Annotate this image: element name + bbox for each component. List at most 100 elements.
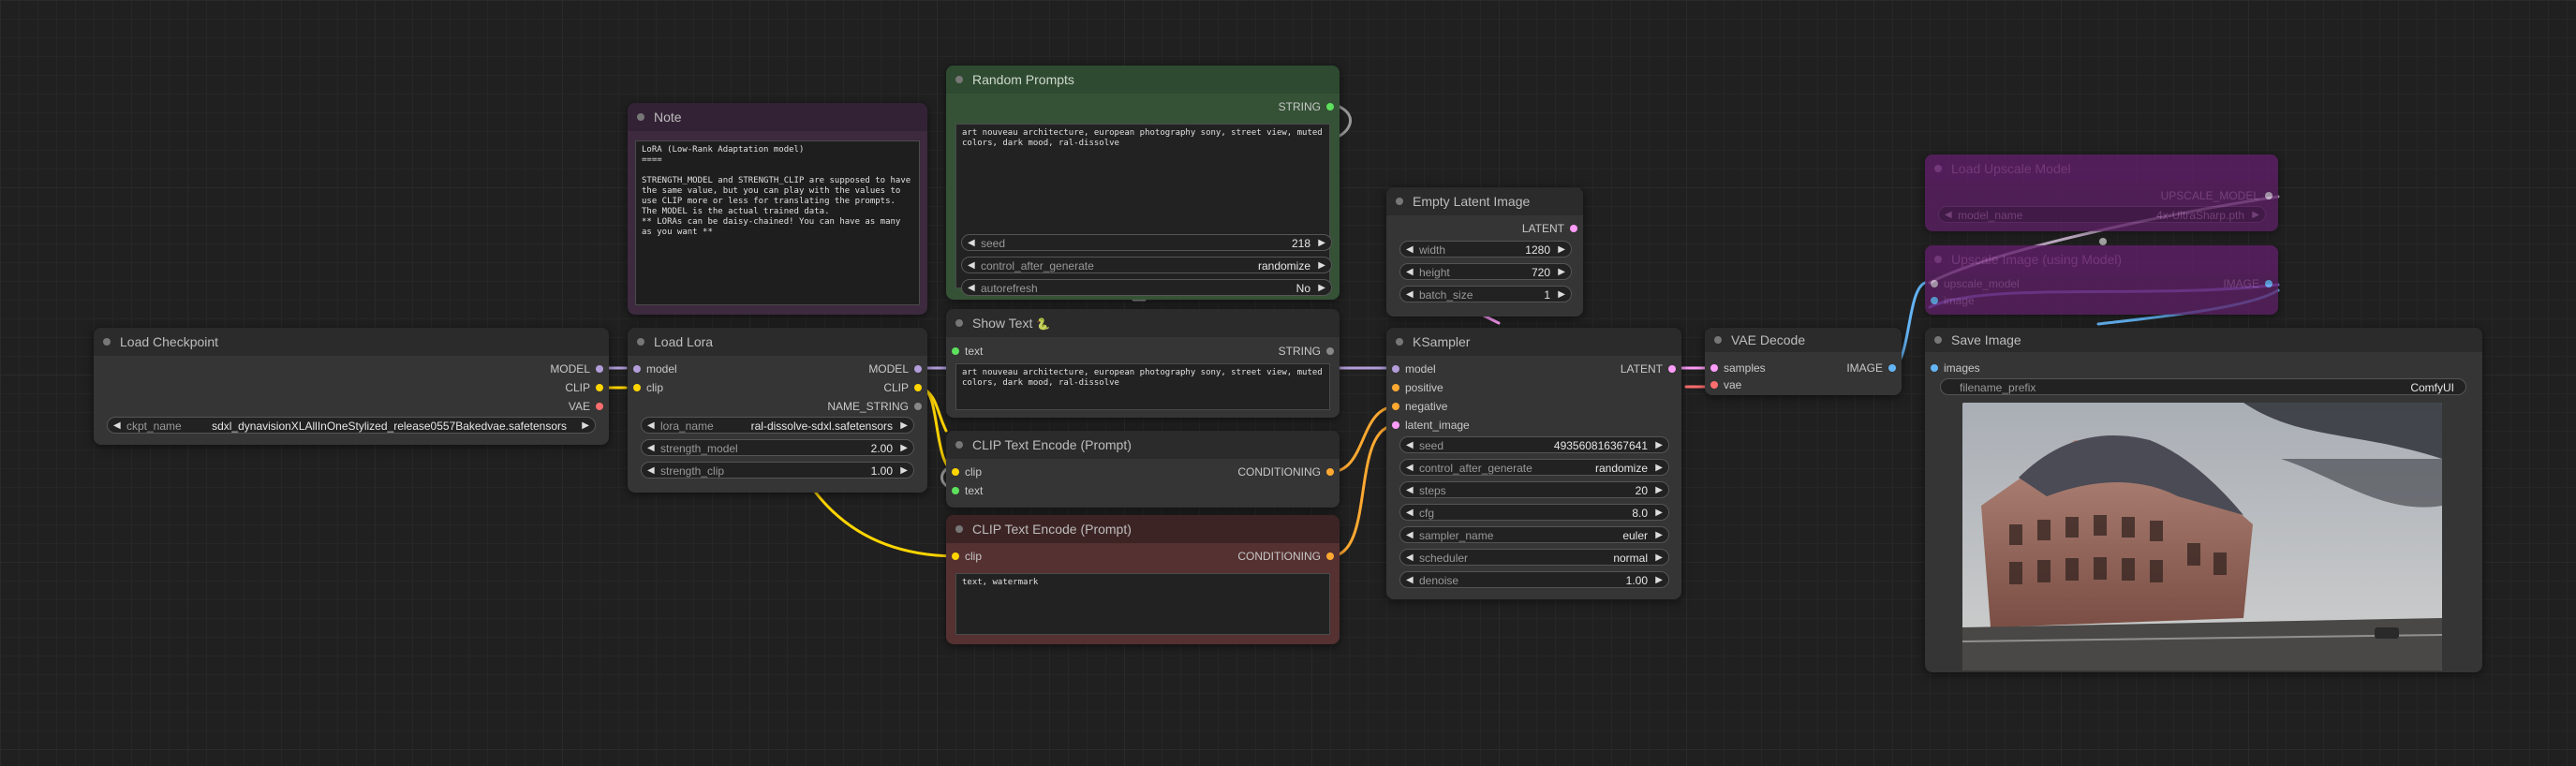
- cfg-number[interactable]: ◀ cfg 8.0 ▶: [1399, 504, 1669, 521]
- arrow-left-icon[interactable]: ◀: [1406, 287, 1414, 302]
- width-number[interactable]: ◀ width 1280 ▶: [1399, 241, 1572, 258]
- output-string[interactable]: STRING: [1279, 98, 1340, 115]
- node-clip-encode-negative[interactable]: CLIP Text Encode (Prompt) clip CONDITION…: [946, 515, 1340, 644]
- arrow-left-icon[interactable]: ◀: [1406, 482, 1414, 497]
- collapse-dot[interactable]: [1934, 256, 1942, 263]
- pin[interactable]: [1668, 365, 1676, 373]
- node-title[interactable]: KSampler: [1386, 328, 1681, 356]
- pin[interactable]: [633, 365, 641, 373]
- input-clip[interactable]: clip: [946, 548, 982, 565]
- collapse-dot[interactable]: [103, 338, 111, 346]
- node-title[interactable]: Load Upscale Model: [1925, 155, 2278, 183]
- autorefresh-combo[interactable]: ◀ autorefresh No ▶: [961, 279, 1332, 296]
- input-negative[interactable]: negative: [1386, 398, 1447, 415]
- node-vae-decode[interactable]: VAE Decode samples vae IMAGE: [1705, 328, 1902, 395]
- node-title[interactable]: CLIP Text Encode (Prompt): [946, 515, 1340, 543]
- arrow-left-icon[interactable]: ◀: [113, 418, 121, 433]
- output-name-string[interactable]: NAME_STRING: [827, 398, 927, 415]
- arrow-left-icon[interactable]: ◀: [1406, 437, 1414, 452]
- input-vae[interactable]: vae: [1705, 376, 1741, 393]
- arrow-right-icon[interactable]: ▶: [1655, 482, 1663, 497]
- arrow-right-icon[interactable]: ▶: [1558, 287, 1565, 302]
- pin[interactable]: [1931, 280, 1938, 287]
- collapse-dot[interactable]: [955, 525, 963, 533]
- arrow-left-icon[interactable]: ◀: [647, 418, 655, 433]
- input-model[interactable]: model: [628, 361, 677, 377]
- arrow-right-icon[interactable]: ▶: [582, 418, 589, 433]
- input-samples[interactable]: samples: [1705, 360, 1766, 376]
- pin[interactable]: [1392, 384, 1399, 391]
- pin[interactable]: [1326, 468, 1334, 476]
- input-positive[interactable]: positive: [1386, 379, 1443, 396]
- node-title[interactable]: Load Lora: [628, 328, 927, 356]
- node-title[interactable]: Upscale Image (using Model): [1925, 245, 2278, 273]
- seed-number[interactable]: ◀ seed 218 ▶: [961, 234, 1332, 251]
- collapse-dot[interactable]: [1934, 336, 1942, 344]
- node-title[interactable]: Show Text 🐍: [946, 309, 1340, 337]
- node-load-lora[interactable]: Load Lora model clip MODEL CLIP NAME_STR…: [628, 328, 927, 493]
- output-conditioning[interactable]: CONDITIONING: [1237, 464, 1340, 480]
- arrow-left-icon[interactable]: ◀: [1406, 572, 1414, 587]
- output-model[interactable]: MODEL: [550, 361, 609, 377]
- input-upscale-model[interactable]: upscale_model: [1925, 275, 2020, 292]
- input-clip[interactable]: clip: [628, 379, 663, 396]
- input-latent-image[interactable]: latent_image: [1386, 417, 1470, 434]
- input-model[interactable]: model: [1386, 361, 1436, 377]
- output-model[interactable]: MODEL: [868, 361, 927, 377]
- negative-textarea[interactable]: text, watermark: [955, 573, 1330, 635]
- node-note[interactable]: Note LoRA (Low-Rank Adaptation model) ==…: [628, 103, 927, 315]
- arrow-left-icon[interactable]: ◀: [968, 235, 975, 250]
- node-title[interactable]: Load Checkpoint: [94, 328, 609, 356]
- arrow-left-icon[interactable]: ◀: [647, 440, 655, 455]
- node-title[interactable]: Note: [628, 103, 927, 131]
- collapse-dot[interactable]: [955, 319, 963, 327]
- arrow-right-icon[interactable]: ▶: [1655, 572, 1663, 587]
- pin[interactable]: [1392, 365, 1399, 373]
- batch-size-number[interactable]: ◀ batch_size 1 ▶: [1399, 286, 1572, 302]
- arrow-right-icon[interactable]: ▶: [1318, 280, 1325, 295]
- pin[interactable]: [952, 552, 959, 560]
- arrow-right-icon[interactable]: ▶: [900, 440, 908, 455]
- output-upscale-model[interactable]: UPSCALE_MODEL: [2161, 187, 2278, 204]
- pin[interactable]: [1392, 403, 1399, 410]
- arrow-right-icon[interactable]: ▶: [900, 463, 908, 478]
- arrow-left-icon[interactable]: ◀: [1406, 242, 1414, 257]
- pin[interactable]: [2265, 280, 2273, 287]
- scheduler-combo[interactable]: ◀ scheduler normal ▶: [1399, 549, 1669, 566]
- output-clip[interactable]: CLIP: [565, 379, 609, 396]
- node-show-text[interactable]: Show Text 🐍 text STRING art nouveau arch…: [946, 309, 1340, 418]
- pin[interactable]: [1326, 552, 1334, 560]
- pin[interactable]: [952, 468, 959, 476]
- output-latent[interactable]: LATENT: [1522, 220, 1583, 237]
- pin[interactable]: [914, 403, 922, 410]
- pin[interactable]: [633, 384, 641, 391]
- pin[interactable]: [1326, 347, 1334, 355]
- collapse-dot[interactable]: [637, 338, 644, 346]
- node-save-image[interactable]: Save Image images filename_prefix ComfyUI: [1925, 328, 2482, 672]
- arrow-right-icon[interactable]: ▶: [1558, 264, 1565, 279]
- arrow-left-icon[interactable]: ◀: [1945, 207, 1952, 222]
- input-text[interactable]: text: [946, 482, 983, 499]
- arrow-right-icon[interactable]: ▶: [1655, 505, 1663, 520]
- pin[interactable]: [1392, 421, 1399, 429]
- arrow-left-icon[interactable]: ◀: [1406, 505, 1414, 520]
- arrow-right-icon[interactable]: ▶: [1318, 235, 1325, 250]
- pin[interactable]: [1710, 381, 1718, 389]
- control-after-generate-combo[interactable]: ◀ control_after_generate randomize ▶: [961, 257, 1332, 273]
- pin[interactable]: [914, 365, 922, 373]
- pin[interactable]: [1888, 364, 1896, 372]
- pin[interactable]: [1931, 297, 1938, 304]
- arrow-left-icon[interactable]: ◀: [1406, 264, 1414, 279]
- arrow-right-icon[interactable]: ▶: [1655, 550, 1663, 565]
- pin[interactable]: [1326, 103, 1334, 110]
- collapse-dot[interactable]: [1714, 336, 1722, 344]
- node-clip-encode-positive[interactable]: CLIP Text Encode (Prompt) clip text COND…: [946, 431, 1340, 508]
- lora-name-combo[interactable]: ◀ lora_name ral-dissolve-sdxl.safetensors ▶: [641, 417, 914, 434]
- pin[interactable]: [596, 365, 603, 373]
- model-name-combo[interactable]: ◀ model_name 4x-UltraSharp.pth ▶: [1938, 206, 2266, 223]
- pin[interactable]: [596, 384, 603, 391]
- pin[interactable]: [952, 487, 959, 494]
- node-empty-latent-image[interactable]: Empty Latent Image LATENT ◀ width 1280 ▶ ◀ h…: [1386, 187, 1583, 317]
- show-textarea[interactable]: art nouveau architecture, european photo…: [955, 363, 1330, 410]
- collapse-dot[interactable]: [1396, 338, 1403, 346]
